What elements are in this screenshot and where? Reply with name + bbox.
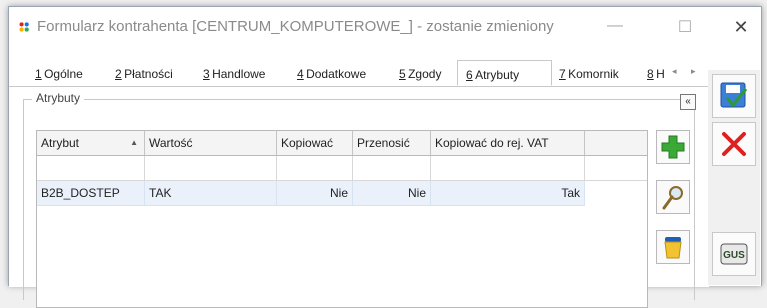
cancel-icon — [722, 132, 746, 156]
column-header-atrybut[interactable]: Atrybut ▲ — [37, 131, 145, 155]
group-legend: Atrybuty — [32, 91, 85, 105]
column-header-przenosic[interactable]: Przenosić — [353, 131, 431, 155]
close-button[interactable]: ✕ — [721, 17, 761, 38]
column-header-kopiowac-vat[interactable]: Kopiować do rej. VAT — [431, 131, 585, 155]
app-logo-icon — [19, 22, 29, 32]
title-bar: Formularz kontrahenta [CENTRUM_KOMPUTERO… — [9, 7, 761, 49]
plus-icon — [661, 135, 685, 159]
edit-attribute-button[interactable] — [656, 180, 690, 214]
cell-przenosic[interactable]: Nie — [353, 181, 431, 205]
attributes-table[interactable]: Atrybut ▲ Wartość Kopiować Przenosić Kopi… — [36, 130, 648, 308]
tab-zgody[interactable]: 5 Zgody — [399, 67, 441, 81]
window-title: Formularz kontrahenta [CENTRUM_KOMPUTERO… — [37, 18, 554, 35]
cell-kopiowac[interactable]: Nie — [277, 181, 353, 205]
tab-handlowe[interactable]: 3 Handlowe — [203, 67, 265, 81]
tab-scroll-arrows[interactable]: ◂ ▸ — [672, 66, 702, 77]
contractor-form-window: Formularz kontrahenta [CENTRUM_KOMPUTERO… — [8, 6, 762, 308]
column-header-kopiowac[interactable]: Kopiować — [277, 131, 353, 155]
filter-row[interactable] — [37, 156, 647, 181]
cell-wartosc[interactable]: TAK — [145, 181, 277, 205]
sort-ascending-icon: ▲ — [130, 138, 138, 147]
filter-cell[interactable] — [145, 156, 277, 180]
svg-text:GUS: GUS — [723, 250, 745, 261]
tab-atrybuty[interactable]: 6 Atrybuty — [457, 60, 552, 86]
right-toolbar: GUS — [708, 70, 760, 285]
filter-cell[interactable] — [277, 156, 353, 180]
cell-kopiowac-vat[interactable]: Tak — [431, 181, 585, 205]
tab-bar: 1 Ogólne 2 Płatności 3 Handlowe 4 Dodatk… — [9, 59, 709, 87]
gus-icon: GUS — [720, 243, 748, 265]
trash-icon — [664, 237, 682, 259]
cell-atrybut[interactable]: B2B_DOSTEP — [37, 181, 145, 205]
minimize-button[interactable]: — — [595, 17, 635, 35]
maximize-button[interactable]: ☐ — [665, 17, 705, 37]
tab-dodatkowe[interactable]: 4 Dodatkowe — [297, 67, 366, 81]
column-header-wartosc[interactable]: Wartość — [145, 131, 277, 155]
add-attribute-button[interactable] — [656, 130, 690, 164]
attributes-panel: Atrybuty « Atrybut ▲ Wartość Kopiować Prz… — [9, 87, 709, 308]
cancel-button[interactable] — [712, 122, 756, 166]
gus-button[interactable]: GUS — [712, 232, 756, 276]
tab-8[interactable]: 8 H — [647, 67, 665, 81]
delete-attribute-button[interactable] — [656, 230, 690, 264]
tab-platnosci[interactable]: 2 Płatności — [115, 67, 173, 81]
table-row[interactable]: B2B_DOSTEP TAK Nie Nie Tak — [37, 181, 585, 206]
filter-cell[interactable] — [431, 156, 585, 180]
tab-ogolne[interactable]: 1 Ogólne — [35, 67, 83, 81]
save-icon — [720, 82, 748, 108]
collapse-button[interactable]: « — [680, 94, 696, 110]
tab-komornik[interactable]: 7 Komornik — [559, 67, 619, 81]
filter-cell[interactable] — [37, 156, 145, 180]
magnifier-icon — [662, 186, 683, 210]
attributes-group: Atrybuty « Atrybut ▲ Wartość Kopiować Prz… — [23, 91, 696, 308]
filter-cell[interactable] — [353, 156, 431, 180]
table-header: Atrybut ▲ Wartość Kopiować Przenosić Kopi… — [37, 131, 647, 156]
save-button[interactable] — [712, 74, 756, 118]
